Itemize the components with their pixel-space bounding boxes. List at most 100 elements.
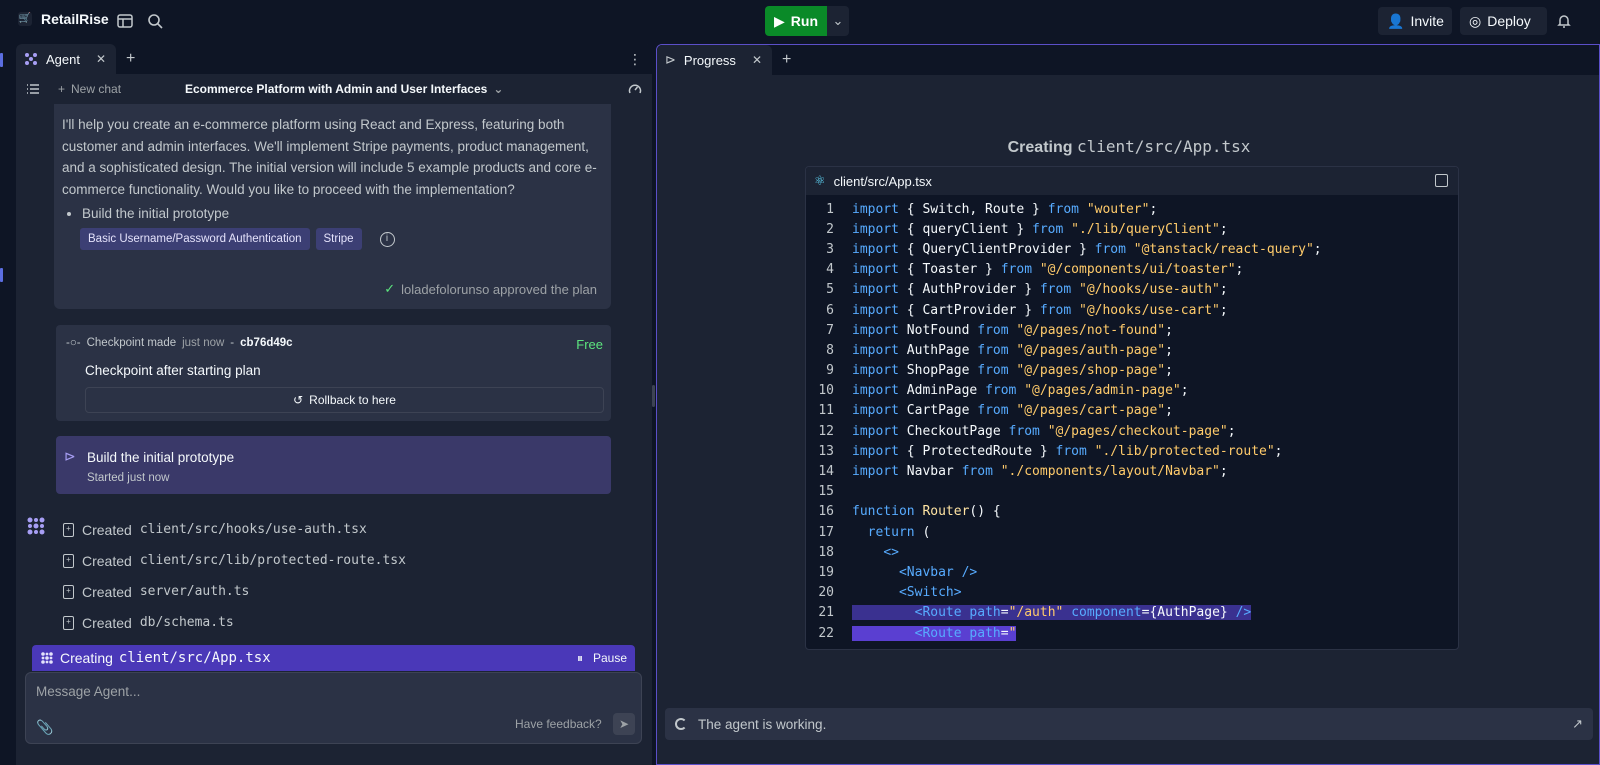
search-icon[interactable] <box>146 12 164 30</box>
rollback-button[interactable]: ↺ Rollback to here <box>85 387 604 413</box>
copy-icon[interactable] <box>1435 174 1448 187</box>
file-added-icon: + <box>63 615 74 630</box>
rail-item-agent[interactable] <box>0 268 3 282</box>
code-line: 22 <Route path=" <box>806 623 1458 643</box>
run-button[interactable]: ▶ Run <box>765 6 827 36</box>
line-number: 16 <box>818 504 834 520</box>
cart-icon: 🛒 <box>18 12 32 26</box>
progress-panel: ⊳ Progress ✕ + Creating client/src/App.t… <box>656 44 1600 765</box>
line-number: 10 <box>818 383 834 399</box>
close-icon[interactable]: ✕ <box>96 52 106 66</box>
tab-agent[interactable]: Agent ✕ <box>16 44 117 74</box>
tab-progress[interactable]: ⊳ Progress ✕ <box>657 45 772 75</box>
code-file-name: client/src/App.tsx <box>833 173 932 189</box>
code-line: 12 import CheckoutPage from "@/pages/chec… <box>806 421 1458 441</box>
line-number: 17 <box>818 524 834 540</box>
deploy-icon: ◎ <box>1469 12 1482 29</box>
code-text: import { Switch, Route } from "wouter"; <box>852 201 1158 217</box>
checkpoint-card: -○- Checkpoint made just now - cb76d49c … <box>56 325 611 421</box>
info-icon[interactable]: i <box>379 231 395 247</box>
plan-tags: Basic Username/Password Authentication S… <box>80 228 603 250</box>
undo-icon: ↺ <box>293 393 304 407</box>
bell-icon[interactable] <box>1555 12 1573 30</box>
code-text: import { ProtectedRoute } from "./lib/pr… <box>852 443 1283 459</box>
file-item[interactable]: + Created db/schema.ts <box>63 607 406 638</box>
agent-icon <box>41 652 53 664</box>
feedback-link[interactable]: Have feedback? <box>515 717 602 731</box>
file-added-icon: + <box>63 584 74 599</box>
progress-title-verb: Creating <box>1007 139 1073 156</box>
run-dropdown-button[interactable]: ⌄ <box>827 6 849 36</box>
deploy-button[interactable]: ◎ Deploy <box>1460 7 1547 35</box>
rail-item[interactable] <box>0 53 3 67</box>
agent-avatar-icon <box>27 517 45 535</box>
attach-icon[interactable]: 📎 <box>36 719 53 736</box>
code-text: <Route path=" <box>852 625 1017 641</box>
top-bar: 🛒 RetailRise ▶ Run ⌄ 👤 Invite ◎ Deploy <box>0 0 1600 43</box>
code-text: import { AuthProvider } from "@/hooks/us… <box>852 282 1228 298</box>
code-preview: ⚛ client/src/App.tsx 1 import { Switch, R… <box>805 166 1459 650</box>
build-step-card[interactable]: ⊳ Build the initial prototype Started ju… <box>56 436 611 494</box>
more-options-icon[interactable]: ⋮ <box>628 51 642 68</box>
close-icon[interactable]: ✕ <box>752 53 762 67</box>
line-number: 18 <box>818 544 834 560</box>
code-text: import AdminPage from "@/pages/admin-pag… <box>852 383 1189 399</box>
app-brand[interactable]: 🛒 RetailRise <box>18 11 109 27</box>
line-number: 4 <box>826 262 834 278</box>
line-number: 19 <box>818 564 834 580</box>
build-step-status: Started just now <box>87 472 170 484</box>
layout-icon[interactable] <box>116 12 134 30</box>
chat-list-icon[interactable] <box>26 82 40 96</box>
app-name: RetailRise <box>41 11 109 27</box>
react-icon: ⚛ <box>814 173 826 188</box>
current-action-bar: Creating client/src/App.tsx ⏸ Pause <box>32 645 635 671</box>
check-icon: ✓ <box>384 281 396 296</box>
line-number: 15 <box>818 484 834 500</box>
chat-title-dropdown[interactable]: Ecommerce Platform with Admin and User I… <box>185 82 503 96</box>
code-line: 3 import { QueryClientProvider } from "@t… <box>806 239 1458 259</box>
code-line: 16 function Router() { <box>806 502 1458 522</box>
plan-bullet: Build the initial prototype <box>82 206 230 221</box>
file-item[interactable]: + Created client/src/lib/protected-route… <box>63 545 406 576</box>
code-text: import AuthPage from "@/pages/auth-page"… <box>852 342 1173 358</box>
code-text: import CheckoutPage from "@/pages/checko… <box>852 423 1236 439</box>
separator: - <box>230 337 235 349</box>
usage-gauge-icon[interactable] <box>628 82 642 96</box>
panel-resize-handle[interactable] <box>652 385 655 407</box>
chevron-down-icon: ⌄ <box>493 82 504 96</box>
checkpoint-hash: cb76d49c <box>240 337 293 349</box>
file-verb: Created <box>82 552 132 569</box>
new-chat-button[interactable]: + New chat <box>58 82 121 96</box>
agent-status-text: The agent is working. <box>698 716 827 732</box>
add-tab-icon[interactable]: + <box>126 50 135 68</box>
code-text: <Switch> <box>898 585 962 601</box>
code-line: 15 <box>806 482 1458 502</box>
file-verb: Created <box>82 583 132 600</box>
pause-button[interactable]: ⏸ Pause <box>577 651 627 666</box>
file-item[interactable]: + Created client/src/hooks/use-auth.tsx <box>63 514 406 545</box>
line-number: 12 <box>818 423 834 439</box>
code-line: 19 <Navbar /> <box>806 562 1458 582</box>
line-number: 7 <box>826 322 834 338</box>
code-line: 11 import CartPage from "@/pages/cart-pag… <box>806 401 1458 421</box>
send-button[interactable]: ➤ <box>613 713 635 735</box>
code-text: import CartPage from "@/pages/cart-page"… <box>852 403 1173 419</box>
code-line: 13 import { ProtectedRoute } from "./lib/… <box>806 441 1458 461</box>
expand-icon[interactable]: ↗ <box>1572 716 1583 732</box>
pause-icon: ⏸ <box>576 650 583 665</box>
plan-message-text: I'll help you create an e-commerce platf… <box>62 117 597 197</box>
left-rail <box>0 43 10 765</box>
file-item[interactable]: + Created server/auth.ts <box>63 576 406 607</box>
tag-stripe: Stripe <box>315 228 362 250</box>
invite-label: Invite <box>1410 13 1444 29</box>
line-number: 11 <box>818 403 834 419</box>
add-tab-icon[interactable]: + <box>782 51 791 69</box>
code-line: 14 import Navbar from "./components/layou… <box>806 461 1458 481</box>
invite-button[interactable]: 👤 Invite <box>1378 7 1452 35</box>
code-text: import Navbar from "./components/layout/… <box>852 464 1228 480</box>
tag-auth: Basic Username/Password Authentication <box>80 228 310 250</box>
code-body: 1 import { Switch, Route } from "wouter";… <box>806 195 1458 643</box>
message-input[interactable]: Message Agent... <box>36 684 140 699</box>
code-line: 17 return ( <box>806 522 1458 542</box>
message-composer[interactable]: Message Agent... 📎 Have feedback? ➤ <box>25 672 642 744</box>
